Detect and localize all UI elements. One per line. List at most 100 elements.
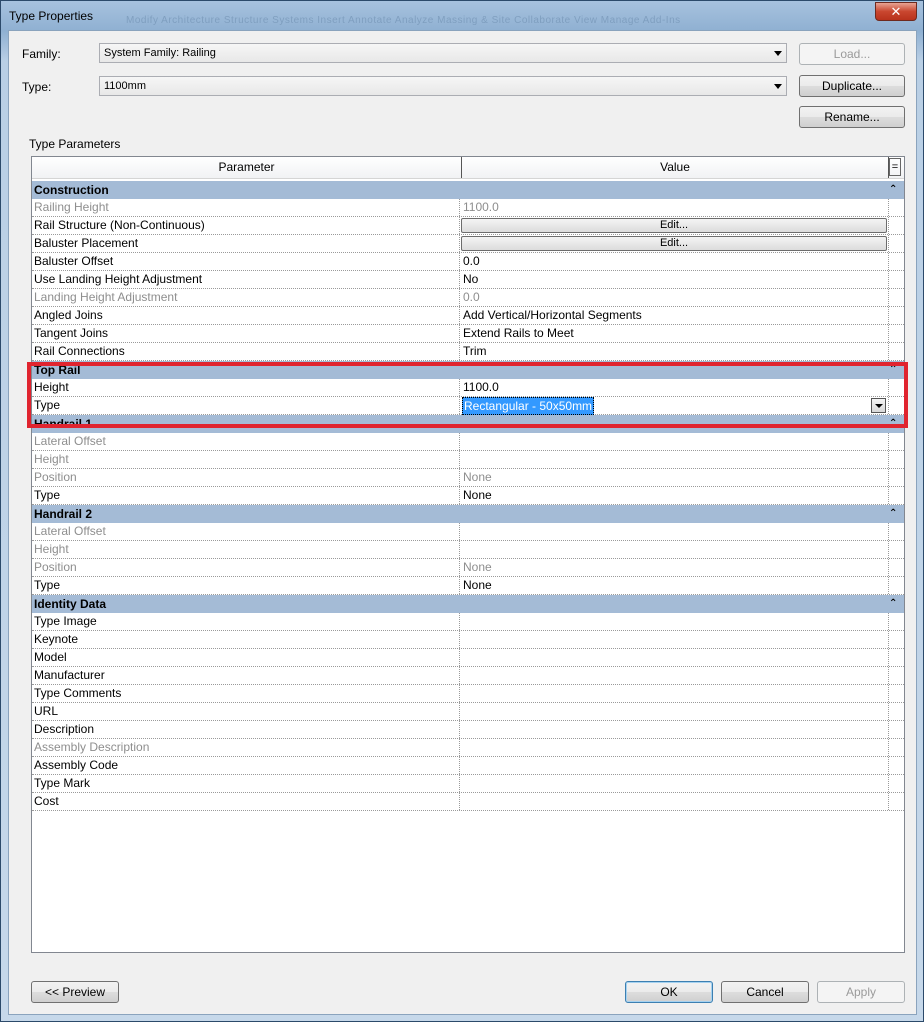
edit-button[interactable]: Edit... (461, 218, 887, 233)
parameter-value[interactable] (463, 757, 888, 774)
parameter-value[interactable]: 0.0 (463, 253, 888, 270)
type-parameters-grid[interactable]: Parameter Value = Construction ⌃ Railing H… (31, 156, 905, 953)
dialog-title: Type Properties (9, 9, 94, 23)
table-row[interactable]: Tangent Joins Extend Rails to Meet (32, 325, 904, 343)
parameter-name: Height (34, 451, 460, 468)
parameter-name: Rail Connections (34, 343, 460, 360)
table-row[interactable]: Assembly Description (32, 739, 904, 757)
collapse-icon[interactable]: ⌃ (889, 415, 897, 433)
formula-cell (888, 235, 890, 252)
table-row[interactable]: Use Landing Height Adjustment No (32, 271, 904, 289)
table-row[interactable]: Height (32, 451, 904, 469)
duplicate-button[interactable]: Duplicate... (799, 75, 905, 97)
parameter-value[interactable] (463, 685, 888, 702)
table-row[interactable]: Railing Height 1100.0 (32, 199, 904, 217)
parameter-value[interactable] (463, 721, 888, 738)
parameter-value[interactable] (463, 703, 888, 720)
formula-cell (888, 613, 890, 630)
close-button[interactable]: ✕ (875, 2, 917, 21)
table-row[interactable]: Lateral Offset (32, 433, 904, 451)
grid-rows: Construction ⌃ Railing Height 1100.0 Rail St… (32, 181, 904, 811)
table-row[interactable]: Type None (32, 577, 904, 595)
parameter-value[interactable]: Extend Rails to Meet (463, 325, 888, 342)
table-row[interactable]: Position None (32, 469, 904, 487)
column-header-parameter[interactable]: Parameter (32, 157, 462, 178)
parameter-value[interactable] (463, 631, 888, 648)
parameter-value[interactable]: 1100.0 (463, 379, 888, 396)
preview-button[interactable]: << Preview (31, 981, 119, 1003)
table-row[interactable]: Position None (32, 559, 904, 577)
table-row[interactable]: Rail Structure (Non-Continuous) Edit... (32, 217, 904, 235)
parameter-value[interactable] (463, 775, 888, 792)
table-row[interactable]: Type Image (32, 613, 904, 631)
group-header-identity-data[interactable]: Identity Data ⌃ (32, 595, 904, 613)
table-row[interactable]: Cost (32, 793, 904, 811)
type-select[interactable]: 1100mm (99, 76, 787, 96)
table-row[interactable]: Lateral Offset (32, 523, 904, 541)
parameter-value[interactable] (463, 667, 888, 684)
table-row[interactable]: Type None (32, 487, 904, 505)
table-row[interactable]: Baluster Offset 0.0 (32, 253, 904, 271)
parameter-name: Type (34, 397, 460, 414)
formula-cell (888, 307, 890, 324)
top-rail-type-value[interactable]: Rectangular - 50x50mm (462, 397, 595, 415)
table-row[interactable]: Type Mark (32, 775, 904, 793)
table-row[interactable]: Description (32, 721, 904, 739)
column-header-formula[interactable]: = (889, 158, 901, 176)
parameter-value[interactable]: No (463, 271, 888, 288)
group-title: Handrail 2 (34, 507, 93, 521)
collapse-icon[interactable]: ⌃ (889, 505, 897, 523)
dropdown-arrow-icon[interactable] (871, 398, 886, 413)
family-select[interactable]: System Family: Railing (99, 43, 787, 63)
table-row[interactable]: Manufacturer (32, 667, 904, 685)
table-row[interactable]: Type Comments (32, 685, 904, 703)
parameter-name: Description (34, 721, 460, 738)
parameter-value[interactable]: None (463, 487, 888, 504)
group-header-top-rail[interactable]: Top Rail ⌃ (32, 361, 904, 379)
group-header-construction[interactable]: Construction ⌃ (32, 181, 904, 199)
formula-cell (888, 577, 890, 594)
title-bar[interactable]: Type Properties Modify Architecture Stru… (1, 1, 923, 31)
table-row[interactable]: Rail Connections Trim (32, 343, 904, 361)
table-row[interactable]: Type Rectangular - 50x50mm (32, 397, 904, 415)
parameter-value[interactable]: Add Vertical/Horizontal Segments (463, 307, 888, 324)
group-header-handrail-1[interactable]: Handrail 1 ⌃ (32, 415, 904, 433)
table-row[interactable]: Landing Height Adjustment 0.0 (32, 289, 904, 307)
load-button[interactable]: Load... (799, 43, 905, 65)
formula-cell (888, 649, 890, 666)
parameter-value[interactable]: Trim (463, 343, 888, 360)
table-row[interactable]: URL (32, 703, 904, 721)
table-row[interactable]: Model (32, 649, 904, 667)
table-row[interactable]: Height (32, 541, 904, 559)
parameter-value (463, 433, 888, 450)
parameter-name: Height (34, 541, 460, 558)
collapse-icon[interactable]: ⌃ (889, 361, 897, 379)
formula-cell (888, 667, 890, 684)
table-row[interactable]: Assembly Code (32, 757, 904, 775)
parameter-value[interactable] (463, 613, 888, 630)
parameter-value[interactable]: None (463, 577, 888, 594)
parameter-value[interactable] (463, 649, 888, 666)
group-title: Top Rail (34, 363, 81, 377)
group-header-handrail-2[interactable]: Handrail 2 ⌃ (32, 505, 904, 523)
table-row[interactable]: Baluster Placement Edit... (32, 235, 904, 253)
type-label: Type: (22, 80, 52, 94)
collapse-icon[interactable]: ⌃ (889, 595, 897, 613)
cancel-button[interactable]: Cancel (721, 981, 809, 1003)
column-header-value[interactable]: Value (462, 157, 889, 178)
apply-button[interactable]: Apply (817, 981, 905, 1003)
table-row[interactable]: Keynote (32, 631, 904, 649)
formula-cell (888, 775, 890, 792)
table-row[interactable]: Angled Joins Add Vertical/Horizontal Segm… (32, 307, 904, 325)
ok-button[interactable]: OK (625, 981, 713, 1003)
collapse-icon[interactable]: ⌃ (889, 181, 897, 199)
table-row[interactable]: Height 1100.0 (32, 379, 904, 397)
family-label: Family: (22, 47, 61, 61)
parameter-value[interactable] (463, 793, 888, 810)
formula-cell (888, 703, 890, 720)
rename-button[interactable]: Rename... (799, 106, 905, 128)
parameter-name: Position (34, 559, 460, 576)
parameter-name: Model (34, 649, 460, 666)
edit-button[interactable]: Edit... (461, 236, 887, 251)
formula-cell (888, 397, 890, 414)
